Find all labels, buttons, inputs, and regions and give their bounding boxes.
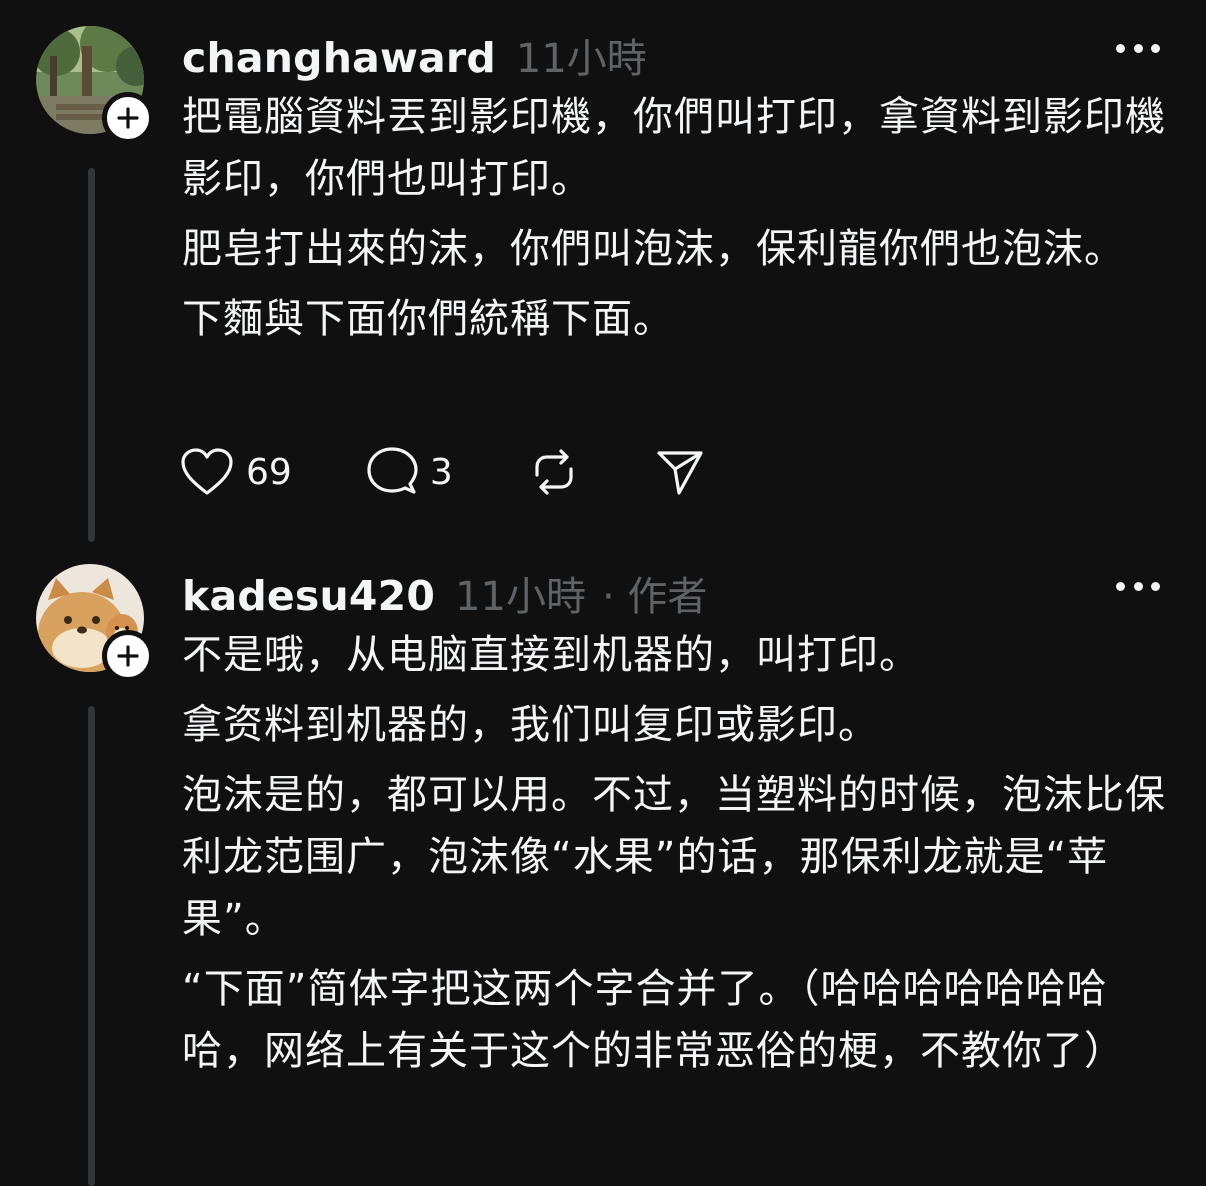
post-paragraph: 不是哦，从电脑直接到机器的，叫打印。: [182, 632, 920, 678]
plus-icon: [117, 645, 139, 667]
reply-button[interactable]: 3: [366, 446, 453, 498]
post-header: changhaward 11小時: [182, 26, 647, 82]
repost-icon: [535, 449, 573, 495]
avatar-container[interactable]: [36, 564, 154, 682]
plus-icon: [117, 107, 139, 129]
action-bar: 69 3: [180, 444, 705, 500]
author-badge: · 作者: [601, 574, 708, 620]
timestamp: 11小時: [515, 36, 647, 82]
more-options-icon[interactable]: [1116, 40, 1160, 56]
heart-icon: [181, 448, 233, 495]
avatar-container[interactable]: [36, 26, 154, 144]
thread-line: [88, 168, 95, 542]
post-paragraph: 肥皂打出來的沫，你們叫泡沫，保利龍你們也泡沫。: [182, 226, 1125, 272]
timestamp: 11小時: [455, 574, 586, 620]
share-button[interactable]: [655, 447, 705, 497]
post-paragraph: 泡沫是的，都可以用。不过，当塑料的时候，泡沫比保利龙范围广，泡沫像“水果”的话，…: [182, 772, 1166, 942]
post-paragraph: “下面”简体字把这两个字合并了。（哈哈哈哈哈哈哈哈，网络上有关于这个的非常恶俗的…: [182, 966, 1125, 1074]
post-body: 不是哦，从电脑直接到机器的，叫打印。 拿资料到机器的，我们叫复印或影印。 泡沫是…: [182, 624, 1172, 1090]
post-body: 把電腦資料丟到影印機，你們叫打印，拿資料到影印機影印，你們也叫打印。 肥皂打出來…: [182, 86, 1172, 358]
like-button[interactable]: 69: [180, 447, 292, 497]
repost-button[interactable]: [529, 447, 579, 497]
post-paragraph: 把電腦資料丟到影印機，你們叫打印，拿資料到影印機影印，你們也叫打印。: [182, 94, 1166, 202]
post-paragraph: 下麵與下面你們統稱下面。: [182, 296, 674, 342]
follow-button[interactable]: [102, 92, 154, 144]
username[interactable]: kadesu420: [182, 572, 435, 620]
thread-line: [88, 706, 95, 1186]
post-header: kadesu420 11小時 · 作者: [182, 564, 707, 620]
follow-button[interactable]: [102, 630, 154, 682]
post-paragraph: 拿资料到机器的，我们叫复印或影印。: [182, 702, 879, 748]
reply-count: 3: [429, 451, 453, 493]
comment-icon: [367, 447, 418, 494]
like-count: 69: [246, 451, 292, 493]
send-icon: [657, 451, 703, 495]
more-options-icon[interactable]: [1116, 578, 1160, 594]
username[interactable]: changhaward: [182, 34, 496, 82]
